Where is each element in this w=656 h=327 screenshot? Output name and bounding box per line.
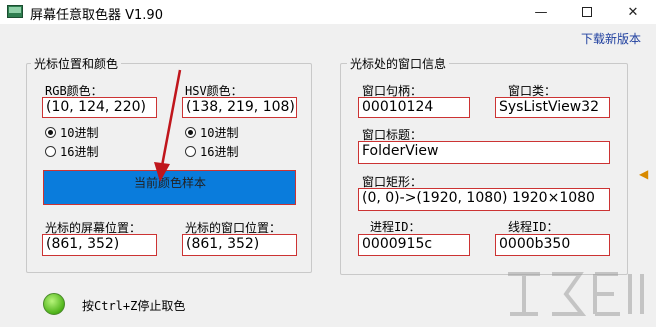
minimize-button[interactable]: — xyxy=(518,0,564,24)
thread-id-field[interactable]: 0000b350 xyxy=(495,234,610,256)
rgb-radio-decimal[interactable]: 10进制 xyxy=(45,124,98,141)
minimize-icon: — xyxy=(534,4,548,20)
app-icon xyxy=(7,5,23,18)
window-title: 屏幕任意取色器 V1.90 xyxy=(30,8,163,23)
window-caption-field[interactable]: FolderView xyxy=(358,141,610,164)
group-title: 光标处的窗口信息 xyxy=(347,55,450,72)
hsv-radio-hex[interactable]: 16进制 xyxy=(185,143,238,160)
rgb-radio-hex[interactable]: 16进制 xyxy=(45,143,98,160)
thread-id-label: 线程ID： xyxy=(508,220,559,234)
red-arrow-annotation xyxy=(154,69,182,182)
radio-label: 10进制 xyxy=(60,126,99,140)
close-button[interactable]: ✕ xyxy=(610,0,656,24)
watermark-logo xyxy=(508,272,644,316)
window-position-field[interactable]: (861, 352) xyxy=(182,234,297,256)
process-id-label: 进程ID： xyxy=(370,220,421,234)
screen-position-field[interactable]: (861, 352) xyxy=(42,234,157,256)
process-id-field[interactable]: 0000915c xyxy=(358,234,470,256)
maximize-icon xyxy=(582,7,592,17)
title-bar: 屏幕任意取色器 V1.90 — ✕ xyxy=(0,0,656,24)
window-rect-field[interactable]: (0, 0)->(1920, 1080) 1920×1080 xyxy=(358,188,610,211)
radio-checked-icon xyxy=(45,127,56,138)
status-led-icon xyxy=(43,293,65,315)
group-title: 光标位置和颜色 xyxy=(31,55,122,72)
close-icon: ✕ xyxy=(627,4,639,20)
radio-label: 10进制 xyxy=(200,126,239,140)
hsv-value-field[interactable]: (138, 219, 108) xyxy=(182,97,297,118)
hsv-radio-decimal[interactable]: 10进制 xyxy=(185,124,238,141)
radio-label: 16进制 xyxy=(60,145,99,159)
window-class-field[interactable]: SysListView32 xyxy=(495,97,610,118)
chevron-left-icon[interactable]: ◀ xyxy=(639,167,648,181)
maximize-button[interactable] xyxy=(564,0,610,24)
status-hint-text: 按Ctrl+Z停止取色 xyxy=(82,299,186,313)
rgb-value-field[interactable]: (10, 124, 220) xyxy=(42,97,157,118)
download-new-version-link[interactable]: 下载新版本 xyxy=(581,30,641,47)
radio-label: 16进制 xyxy=(200,145,239,159)
window-handle-field[interactable]: 00010124 xyxy=(358,97,470,118)
radio-unchecked-icon xyxy=(45,146,56,157)
